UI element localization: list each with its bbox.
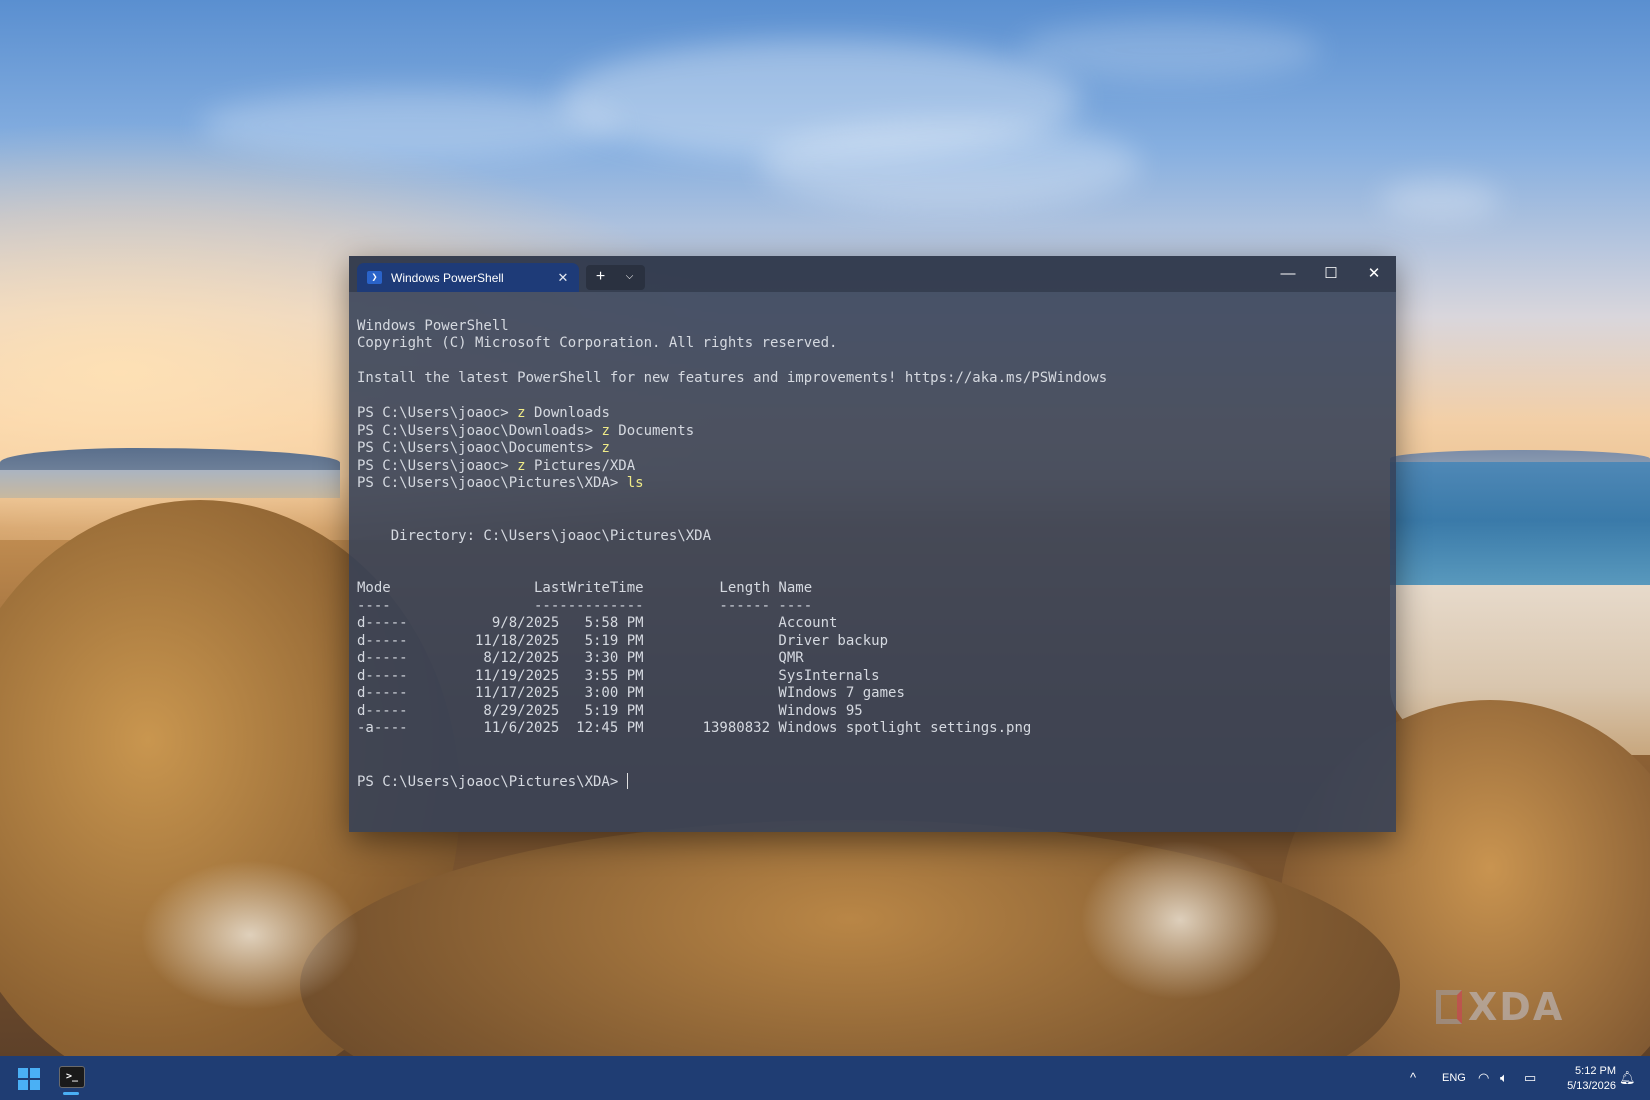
output-line: Install the latest PowerShell for new fe… <box>357 370 1108 386</box>
table-row: d----- 11/18/2025 5:19 PM Driver backup <box>357 632 889 649</box>
terminal-output[interactable]: Windows PowerShell Copyright (C) Microsof… <box>357 300 1386 832</box>
wifi-icon[interactable]: ◠ <box>1478 1070 1489 1086</box>
command-line: PS C:\Users\joaoc> z Downloads <box>357 405 1386 423</box>
close-button[interactable]: ✕ <box>1354 262 1394 286</box>
table-rule: ---- ------------- ------ ---- <box>357 597 813 614</box>
title-bar[interactable]: ❯ Windows PowerShell ✕ + ⌵ — ☐ ✕ <box>349 256 1396 292</box>
clock[interactable]: 5:12 PM 5/13/2026 <box>1556 1064 1616 1094</box>
command-line: PS C:\Users\joaoc> z Pictures/XDA <box>357 458 1386 476</box>
prompt: PS C:\Users\joaoc\Pictures\XDA> <box>357 773 627 790</box>
command: z <box>601 422 610 439</box>
argument: Documents <box>609 422 695 439</box>
prompt: PS C:\Users\joaoc\Pictures\XDA> <box>357 475 627 491</box>
terminal-window[interactable]: ❯ Windows PowerShell ✕ + ⌵ — ☐ ✕ Windows… <box>349 256 1396 832</box>
command-line: PS C:\Users\joaoc\Downloads> z Documents <box>357 423 1386 441</box>
clock-date: 5/13/2026 <box>1567 1080 1616 1092</box>
table-row: d----- 11/19/2025 3:55 PM SysInternals <box>357 667 880 684</box>
windows-start-icon[interactable] <box>18 1068 40 1090</box>
powershell-icon: ❯ <box>367 271 382 284</box>
active-app-indicator <box>63 1092 79 1095</box>
language-indicator[interactable]: ENG <box>1442 1072 1466 1084</box>
argument: Pictures/XDA <box>525 457 636 474</box>
text-cursor <box>626 772 628 789</box>
prompt: PS C:\Users\joaoc\Downloads> <box>357 422 602 439</box>
table-header: Mode LastWriteTime Length Name <box>357 580 813 596</box>
directory-line: Directory: C:\Users\joaoc\Pictures\XDA <box>357 527 712 544</box>
prompt: PS C:\Users\joaoc> <box>357 405 518 421</box>
table-row: d----- 8/29/2025 5:19 PM Windows 95 <box>357 702 863 719</box>
notification-bell-icon[interactable]: 🔔︎ <box>1619 1070 1636 1086</box>
watermark-text: XDA <box>1468 985 1565 1029</box>
show-hidden-icons-chevron-icon[interactable]: ^ <box>1410 1070 1416 1085</box>
xda-watermark: XDA <box>1436 985 1592 1029</box>
maximize-button[interactable]: ☐ <box>1311 262 1351 286</box>
output-line: Windows PowerShell <box>357 317 509 334</box>
tab-dropdown-button[interactable]: ⌵ <box>615 265 644 290</box>
new-tab-group: + ⌵ <box>586 265 645 290</box>
clock-time: 5:12 PM <box>1575 1065 1616 1077</box>
tab-close-icon[interactable]: ✕ <box>551 270 575 286</box>
table-row: -a---- 11/6/2025 12:45 PM 13980832 Windo… <box>357 720 1032 736</box>
battery-icon[interactable]: ▭ <box>1524 1070 1536 1086</box>
command-line: PS C:\Users\joaoc\Documents> z <box>357 440 1386 458</box>
minimize-button[interactable]: — <box>1268 262 1308 286</box>
output-line: Copyright (C) Microsoft Corporation. All… <box>357 335 838 351</box>
argument: Downloads <box>525 405 610 421</box>
volume-icon[interactable]: 🔈︎ <box>1500 1070 1508 1086</box>
new-tab-button[interactable]: + <box>586 265 615 290</box>
taskbar <box>0 1056 1650 1100</box>
active-prompt-line[interactable]: PS C:\Users\joaoc\Pictures\XDA> <box>357 772 1386 791</box>
command: z <box>517 457 526 474</box>
terminal-app-icon[interactable]: >_ <box>59 1066 85 1088</box>
command: z <box>601 440 610 456</box>
command: z <box>517 405 526 421</box>
xda-logo-icon <box>1436 990 1462 1024</box>
table-row: d----- 11/17/2025 3:00 PM WIndows 7 game… <box>357 685 905 701</box>
prompt: PS C:\Users\joaoc> <box>357 457 518 474</box>
tab-title: Windows PowerShell <box>391 270 504 285</box>
table-row: d----- 9/8/2025 5:58 PM Account <box>357 615 838 631</box>
command-line: PS C:\Users\joaoc\Pictures\XDA> ls <box>357 475 1386 493</box>
prompt: PS C:\Users\joaoc\Documents> <box>357 440 602 456</box>
tab-windows-powershell[interactable]: ❯ Windows PowerShell ✕ <box>357 263 579 292</box>
command: ls <box>626 475 644 491</box>
table-row: d----- 8/12/2025 3:30 PM QMR <box>357 650 804 666</box>
